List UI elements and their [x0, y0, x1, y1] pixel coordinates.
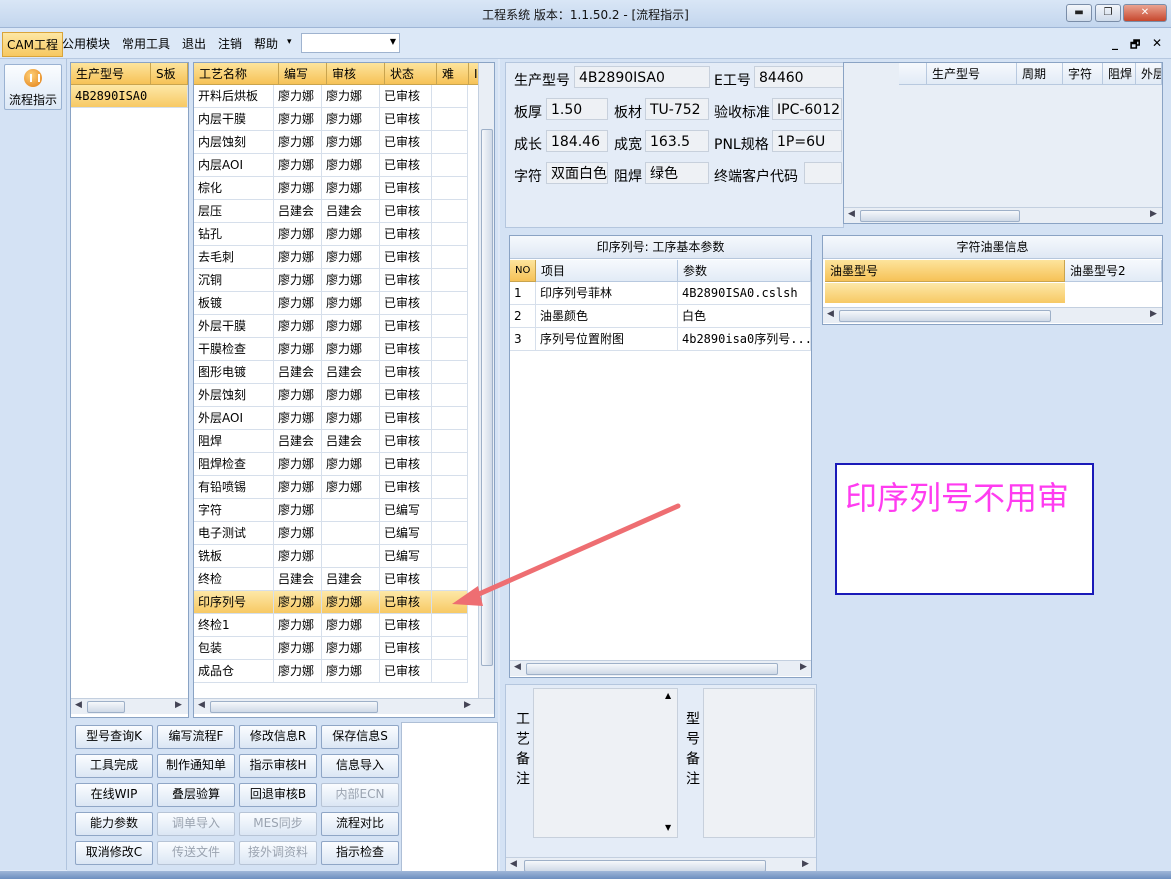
arrow-head — [452, 586, 483, 606]
annotation-arrow — [452, 503, 681, 606]
arrow-shaft — [467, 503, 681, 601]
taskbar — [0, 871, 1171, 879]
